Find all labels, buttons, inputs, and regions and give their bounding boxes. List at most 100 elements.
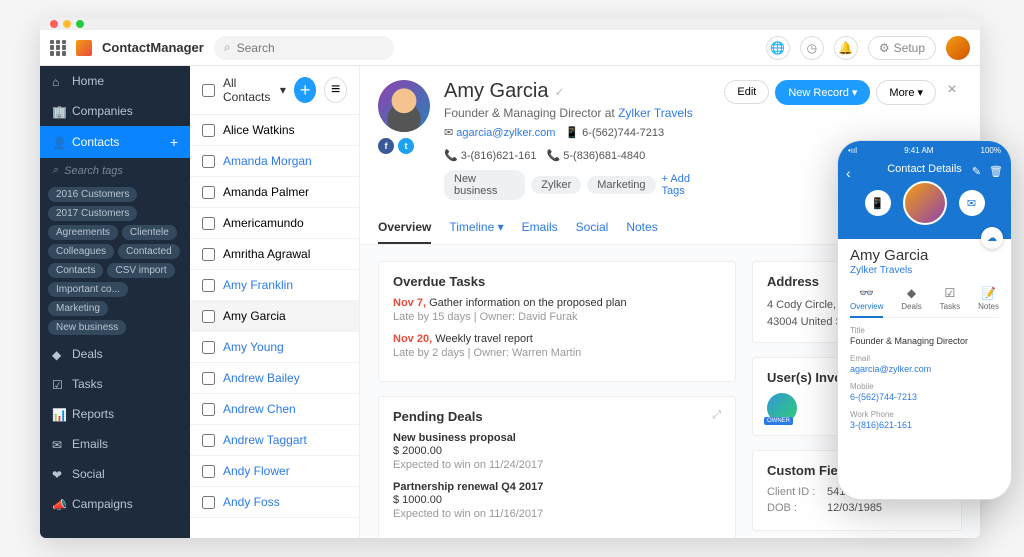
contact-name: Andrew Chen bbox=[223, 402, 296, 416]
sidebar-item-companies[interactable]: 🏢Companies bbox=[40, 96, 190, 126]
clock-icon[interactable]: ◷ bbox=[800, 36, 824, 60]
phone-tab-notes[interactable]: 📝Notes bbox=[978, 286, 999, 311]
expand-icon[interactable]: ⤢ bbox=[712, 409, 721, 422]
global-search[interactable]: ⌕ bbox=[214, 36, 394, 60]
contact-email[interactable]: agarcia@zylker.com bbox=[456, 127, 555, 139]
tag-contacted[interactable]: Contacted bbox=[118, 244, 180, 259]
sidebar-item-tasks[interactable]: ☑Tasks bbox=[40, 369, 190, 399]
add-tags-button[interactable]: + Add Tags bbox=[662, 173, 711, 197]
tag-agreements[interactable]: Agreements bbox=[48, 225, 118, 240]
add-contact-button[interactable]: + bbox=[294, 77, 316, 103]
search-tags[interactable]: ⌕Search tags bbox=[40, 158, 190, 183]
apps-grid-icon[interactable] bbox=[50, 40, 66, 56]
sidebar-item-emails[interactable]: ✉Emails bbox=[40, 429, 190, 459]
sidebar-item-deals[interactable]: ◆Deals bbox=[40, 339, 190, 369]
company-link[interactable]: Zylker Travels bbox=[618, 106, 693, 120]
tag-new-business[interactable]: New business bbox=[48, 320, 126, 335]
deal-item[interactable]: New business proposal$ 2000.00Expected t… bbox=[393, 432, 721, 471]
contact-checkbox[interactable] bbox=[202, 124, 215, 137]
phone-tab-overview[interactable]: 👓Overview bbox=[850, 286, 883, 318]
contact-row[interactable]: Andrew Taggart bbox=[190, 425, 359, 456]
user-avatar[interactable] bbox=[946, 36, 970, 60]
contact-row[interactable]: Amanda Palmer bbox=[190, 177, 359, 208]
phone-company-link[interactable]: Zylker Travels bbox=[850, 265, 999, 276]
contact-row[interactable]: Alice Watkins bbox=[190, 115, 359, 146]
edit-icon[interactable]: ✎ bbox=[972, 165, 981, 178]
contact-tag[interactable]: New business bbox=[444, 170, 525, 200]
select-all-checkbox[interactable] bbox=[202, 84, 215, 97]
contact-row[interactable]: Amy Garcia bbox=[190, 301, 359, 332]
contact-checkbox[interactable] bbox=[202, 372, 215, 385]
tab-emails[interactable]: Emails bbox=[522, 212, 558, 244]
sidebar-item-campaigns[interactable]: 📣Campaigns bbox=[40, 489, 190, 519]
contact-checkbox[interactable] bbox=[202, 186, 215, 199]
phone-2: 3-(816)621-161 bbox=[461, 150, 537, 162]
contact-checkbox[interactable] bbox=[202, 248, 215, 261]
setup-button[interactable]: ⚙Setup bbox=[868, 36, 936, 60]
global-search-input[interactable] bbox=[237, 41, 384, 55]
maximize-window-icon[interactable] bbox=[76, 20, 84, 28]
tag-marketing[interactable]: Marketing bbox=[48, 301, 108, 316]
contact-row[interactable]: Andy Flower bbox=[190, 456, 359, 487]
tab-timeline[interactable]: Timeline ▾ bbox=[449, 212, 503, 244]
contact-tag[interactable]: Marketing bbox=[587, 176, 655, 194]
contact-checkbox[interactable] bbox=[202, 155, 215, 168]
contact-checkbox[interactable] bbox=[202, 434, 215, 447]
tag-contacts[interactable]: Contacts bbox=[48, 263, 103, 278]
edit-button[interactable]: Edit bbox=[724, 80, 769, 104]
tab-social[interactable]: Social bbox=[576, 212, 609, 244]
contact-row[interactable]: Andrew Bailey bbox=[190, 363, 359, 394]
tag-2017-customers[interactable]: 2017 Customers bbox=[48, 206, 137, 221]
contact-checkbox[interactable] bbox=[202, 310, 215, 323]
list-options-button[interactable]: ≡ bbox=[324, 77, 347, 103]
sidebar-item-home[interactable]: ⌂Home bbox=[40, 66, 190, 96]
owner-avatar[interactable] bbox=[767, 393, 797, 423]
twitter-icon[interactable]: t bbox=[398, 138, 414, 154]
contact-checkbox[interactable] bbox=[202, 217, 215, 230]
new-record-button[interactable]: New Record ▾ bbox=[775, 80, 870, 105]
contact-tag[interactable]: Zylker bbox=[531, 176, 581, 194]
tag-clientele[interactable]: Clientele bbox=[122, 225, 177, 240]
phone-call-button[interactable]: 📱 bbox=[865, 190, 891, 216]
globe-icon[interactable]: 🌐 bbox=[766, 36, 790, 60]
deal-item[interactable]: Partnership renewal Q4 2017$ 1000.00Expe… bbox=[393, 481, 721, 520]
contact-row[interactable]: Amritha Agrawal bbox=[190, 239, 359, 270]
contact-list: All Contacts ▾ + ≡ Alice WatkinsAmanda M… bbox=[190, 66, 360, 538]
tag-2016-customers[interactable]: 2016 Customers bbox=[48, 187, 137, 202]
tab-notes[interactable]: Notes bbox=[626, 212, 657, 244]
close-window-icon[interactable] bbox=[50, 20, 58, 28]
task-item[interactable]: Nov 7, Gather information on the propose… bbox=[393, 297, 721, 323]
contact-row[interactable]: Amanda Morgan bbox=[190, 146, 359, 177]
task-item[interactable]: Nov 20, Weekly travel reportLate by 2 da… bbox=[393, 333, 721, 359]
sidebar-item-contacts[interactable]: 👤Contacts+ bbox=[40, 126, 190, 158]
contact-row[interactable]: Andrew Chen bbox=[190, 394, 359, 425]
delete-icon[interactable]: 🗑 bbox=[989, 165, 1003, 178]
contact-checkbox[interactable] bbox=[202, 403, 215, 416]
phone-tab-deals[interactable]: ◆Deals bbox=[901, 286, 921, 311]
contact-checkbox[interactable] bbox=[202, 341, 215, 354]
back-icon[interactable]: ‹ bbox=[846, 165, 851, 181]
phone-tab-tasks[interactable]: ☑Tasks bbox=[940, 286, 960, 311]
tag-csv-import[interactable]: CSV import bbox=[107, 263, 174, 278]
contact-checkbox[interactable] bbox=[202, 279, 215, 292]
list-filter-dropdown[interactable]: All Contacts ▾ bbox=[223, 76, 286, 104]
phone-email-button[interactable]: ✉ bbox=[959, 190, 985, 216]
tab-overview[interactable]: Overview bbox=[378, 212, 431, 244]
contact-row[interactable]: Americamundo bbox=[190, 208, 359, 239]
notifications-icon[interactable]: 🔔 bbox=[834, 36, 858, 60]
close-detail-button[interactable]: × bbox=[942, 80, 962, 100]
plus-icon[interactable]: + bbox=[170, 134, 178, 150]
minimize-window-icon[interactable] bbox=[63, 20, 71, 28]
sidebar-item-reports[interactable]: 📊Reports bbox=[40, 399, 190, 429]
facebook-icon[interactable]: f bbox=[378, 138, 394, 154]
contact-checkbox[interactable] bbox=[202, 465, 215, 478]
more-button[interactable]: More ▾ bbox=[876, 80, 936, 105]
tag-important-co-[interactable]: Important co... bbox=[48, 282, 128, 297]
cloud-upload-icon[interactable]: ☁ bbox=[981, 227, 1003, 249]
contact-row[interactable]: Amy Young bbox=[190, 332, 359, 363]
tag-colleagues[interactable]: Colleagues bbox=[48, 244, 114, 259]
contact-checkbox[interactable] bbox=[202, 496, 215, 509]
contact-row[interactable]: Amy Franklin bbox=[190, 270, 359, 301]
contact-row[interactable]: Andy Foss bbox=[190, 487, 359, 518]
sidebar-item-social[interactable]: ❤Social bbox=[40, 459, 190, 489]
